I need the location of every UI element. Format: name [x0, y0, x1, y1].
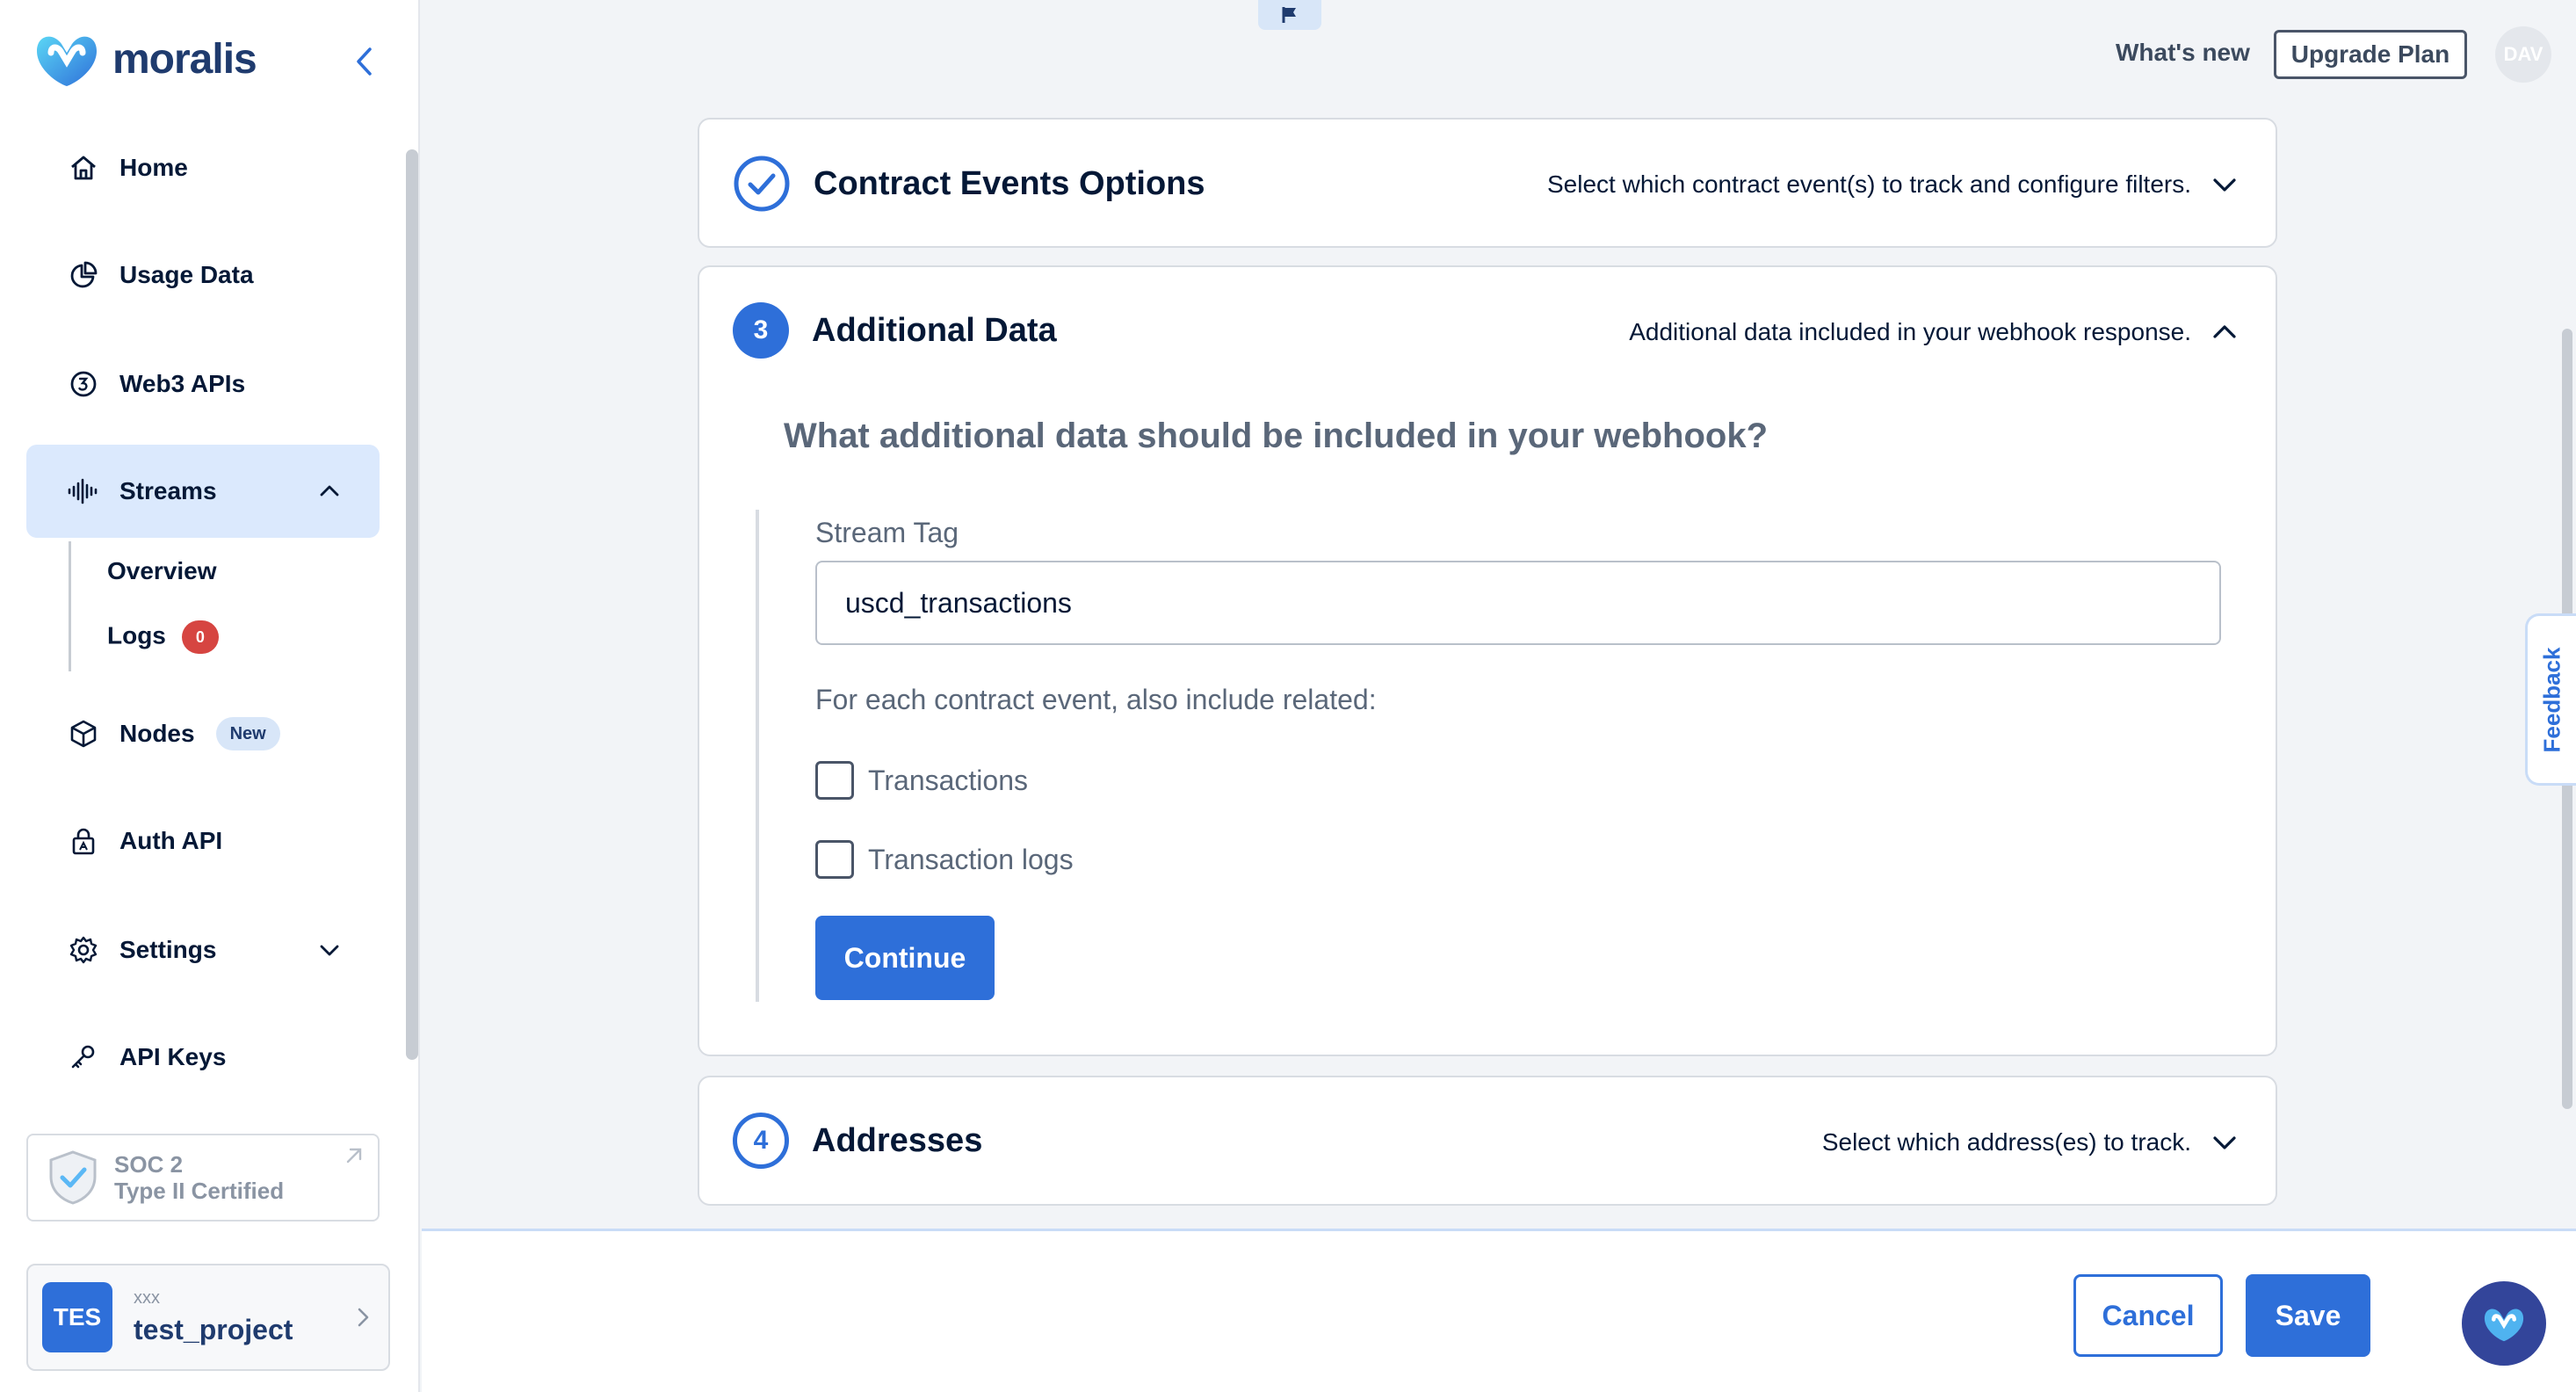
moralis-logo[interactable]: moralis: [32, 28, 257, 90]
cube-icon: [67, 717, 100, 750]
upgrade-plan-button[interactable]: Upgrade Plan: [2274, 30, 2467, 79]
sidebar-item-usage-data[interactable]: Usage Data: [26, 228, 380, 322]
sidebar-item-home[interactable]: Home: [26, 121, 380, 214]
flag-tab[interactable]: [1258, 0, 1321, 30]
checkbox-label: Transaction logs: [868, 843, 1074, 875]
contract-events-panel: Contract Events Options Select which con…: [698, 118, 2277, 248]
logs-label: Logs: [107, 621, 166, 649]
project-switcher[interactable]: TES xxx test_project: [26, 1264, 390, 1371]
project-org: xxx: [134, 1288, 160, 1308]
feedback-label: Feedback: [2538, 647, 2565, 752]
panel-title: Addresses: [812, 1121, 983, 1159]
sidebar-item-streams[interactable]: Streams: [26, 445, 380, 538]
step-number-badge: 3: [733, 302, 789, 359]
continue-button[interactable]: Continue: [815, 916, 995, 1000]
external-link-icon: [346, 1148, 362, 1164]
sidebar-item-label: API Keys: [119, 1043, 227, 1070]
sidebar-item-web3-apis[interactable]: Web3 APIs: [26, 337, 380, 431]
transactions-checkbox[interactable]: [815, 761, 854, 800]
collapse-sidebar-button[interactable]: [348, 42, 380, 81]
new-badge: New: [215, 717, 280, 750]
sidebar-item-nodes[interactable]: Nodes New: [26, 687, 380, 780]
chevron-down-icon: [320, 945, 339, 956]
cancel-button[interactable]: Cancel: [2073, 1274, 2223, 1357]
save-button[interactable]: Save: [2246, 1274, 2370, 1357]
home-icon: [67, 151, 100, 185]
chevron-left-icon: [357, 47, 372, 76]
transactions-option[interactable]: Transactions: [815, 761, 1028, 800]
sidebar-item-settings[interactable]: Settings: [26, 903, 380, 997]
sidebar-item-label: Streams: [119, 477, 217, 504]
include-related-label: For each contract event, also include re…: [815, 684, 1377, 715]
sidebar-item-label: Nodes: [119, 720, 195, 747]
streams-subnav-line: [69, 541, 71, 671]
chevron-right-icon: [358, 1308, 369, 1327]
panel-title: Contract Events Options: [814, 164, 1205, 202]
sidebar-item-api-keys[interactable]: API Keys: [26, 1011, 380, 1104]
stream-tag-label: Stream Tag: [815, 517, 959, 548]
shield-check-icon: [49, 1150, 97, 1205]
chevron-up-icon: [320, 485, 339, 497]
check-circle-icon: [734, 156, 790, 212]
sidebar: moralis Home Usage Data Web3 APIs Stream…: [0, 0, 420, 1392]
logs-count-badge: 0: [181, 620, 219, 654]
panel-description: Select which address(es) to track.: [1821, 1128, 2191, 1156]
user-avatar[interactable]: DAV: [2495, 26, 2551, 83]
pie-chart-icon: [67, 258, 100, 292]
sidebar-item-label: Home: [119, 154, 188, 181]
flag-icon: [1282, 7, 1296, 23]
brand-name: moralis: [112, 35, 257, 83]
stream-tag-input[interactable]: [815, 561, 2221, 645]
addresses-panel: 4 Addresses Select which address(es) to …: [698, 1076, 2277, 1206]
moralis-chat-icon: [2484, 1309, 2524, 1342]
form-divider: [756, 510, 759, 1002]
chevron-down-icon[interactable]: [2209, 169, 2240, 200]
moralis-logo-icon: [37, 36, 97, 86]
checkbox-label: Transactions: [868, 764, 1028, 796]
project-name: test_project: [134, 1314, 293, 1345]
soc2-certification-card[interactable]: SOC 2 Type II Certified: [26, 1134, 380, 1222]
coin-icon: [67, 367, 100, 401]
project-avatar: TES: [42, 1282, 112, 1352]
chevron-down-icon[interactable]: [2209, 1127, 2240, 1158]
sidebar-subitem-overview[interactable]: Overview: [107, 557, 217, 585]
chevron-up-icon[interactable]: [2209, 316, 2240, 348]
panel-description: Select which contract event(s) to track …: [1547, 170, 2191, 198]
sidebar-subitem-logs[interactable]: Logs 0: [107, 620, 219, 654]
gear-icon: [67, 933, 100, 967]
sidebar-item-label: Usage Data: [119, 261, 254, 288]
transaction-logs-option[interactable]: Transaction logs: [815, 840, 1074, 879]
sidebar-item-label: Settings: [119, 936, 217, 963]
panel-title: Additional Data: [812, 311, 1057, 349]
sidebar-item-label: Auth API: [119, 827, 223, 854]
panel-description: Additional data included in your webhook…: [1629, 318, 2191, 345]
sidebar-item-label: Web3 APIs: [119, 370, 246, 397]
section-question: What additional data should be included …: [784, 417, 1769, 455]
soc-line2: Type II Certified: [114, 1178, 285, 1204]
transaction-logs-checkbox[interactable]: [815, 840, 854, 879]
support-chat-button[interactable]: [2462, 1281, 2546, 1366]
additional-data-panel: 3 Additional Data Additional data includ…: [698, 265, 2277, 1056]
feedback-tab[interactable]: Feedback: [2525, 613, 2576, 786]
waveform-icon: [67, 475, 100, 508]
lock-icon: [67, 824, 100, 858]
whats-new-link[interactable]: What's new: [2116, 39, 2250, 67]
step-number-badge: 4: [733, 1113, 789, 1169]
key-icon: [67, 1040, 100, 1074]
sidebar-scrollbar[interactable]: [406, 149, 418, 1060]
soc-line1: SOC 2: [114, 1151, 184, 1178]
sidebar-item-auth-api[interactable]: Auth API: [26, 794, 380, 888]
